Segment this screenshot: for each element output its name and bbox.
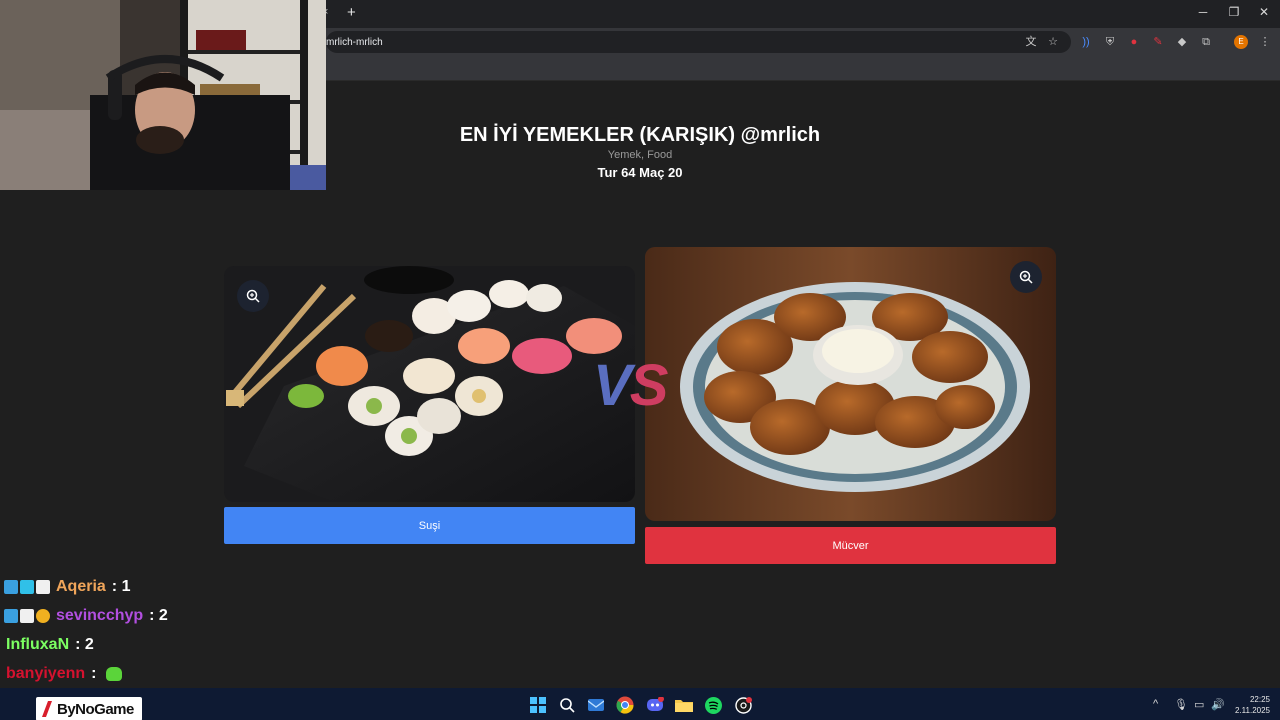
streamer-camera-image <box>0 0 326 190</box>
chat-message: banyiyenn : <box>4 665 123 683</box>
menu-dots-icon[interactable]: ⋮ <box>1257 35 1273 49</box>
chat-message: sevincchyp : 2 <box>4 607 168 625</box>
prime-badge-icon <box>4 609 18 623</box>
extension-diamond-icon[interactable]: ◆ <box>1174 35 1190 49</box>
cube-badge-icon <box>20 580 34 594</box>
vote-right-button[interactable]: Mücver <box>645 527 1056 564</box>
webcam-overlay <box>0 0 326 190</box>
right-choice-image[interactable] <box>645 247 1056 521</box>
close-window-icon[interactable]: ✕ <box>1252 5 1276 19</box>
tray-overflow-icon[interactable]: ^ <box>1153 698 1158 710</box>
address-bar[interactable] <box>326 31 1071 53</box>
minimize-icon[interactable]: ─ <box>1191 5 1215 19</box>
obs-icon[interactable] <box>734 696 752 714</box>
spotify-icon[interactable] <box>704 696 722 714</box>
vote-left-button[interactable]: Suşi <box>224 507 635 544</box>
network-icon[interactable]: ▭ <box>1194 698 1204 711</box>
left-choice-image[interactable] <box>224 266 635 502</box>
emote-icon <box>106 667 123 681</box>
file-explorer-icon[interactable] <box>675 696 693 714</box>
windows-taskbar <box>0 688 1280 720</box>
sushi-picture <box>224 266 635 502</box>
system-clock[interactable]: 22:25 2.11.2025 <box>1226 694 1270 716</box>
vs-label: VS <box>593 353 668 418</box>
pencil-badge-icon <box>36 580 50 594</box>
mail-icon[interactable] <box>587 696 605 714</box>
mucver-picture <box>645 247 1056 521</box>
extension-tag-icon[interactable]: ✎ <box>1150 35 1166 49</box>
bookmark-star-icon[interactable]: ☆ <box>1045 35 1061 49</box>
zoom-in-icon[interactable] <box>237 280 269 312</box>
restore-icon[interactable]: ❐ <box>1222 5 1246 19</box>
extension-red-icon[interactable]: ● <box>1126 35 1142 49</box>
pencil-badge-icon <box>20 609 34 623</box>
start-menu-icon[interactable] <box>529 696 547 714</box>
chat-message: Aqeria : 1 <box>4 578 130 596</box>
bynogame-logo-icon <box>42 701 52 717</box>
translate-icon[interactable]: 文 <box>1023 35 1039 49</box>
bynogame-logo: ByNoGame <box>36 697 142 720</box>
url-text[interactable]: mrlich-mrlich <box>326 37 383 48</box>
chat-message: InfluxaN : 2 <box>6 636 94 653</box>
microphone-icon[interactable]: 🎙 <box>1174 698 1188 711</box>
search-icon[interactable] <box>558 696 576 714</box>
volume-icon[interactable]: 🔊 <box>1211 698 1225 711</box>
prime-badge-icon <box>4 580 18 594</box>
extension-wave-icon[interactable]: )) <box>1078 35 1094 49</box>
profile-avatar[interactable]: E <box>1234 35 1248 49</box>
discord-icon[interactable] <box>646 696 664 714</box>
gold-coin-badge-icon <box>36 609 50 623</box>
chrome-icon[interactable] <box>616 696 634 714</box>
new-tab-button[interactable]: + <box>347 4 356 21</box>
extension-shield-icon[interactable]: ⛨ <box>1102 35 1118 49</box>
extensions-puzzle-icon[interactable]: ⧉ <box>1198 35 1214 49</box>
zoom-in-icon[interactable] <box>1010 261 1042 293</box>
